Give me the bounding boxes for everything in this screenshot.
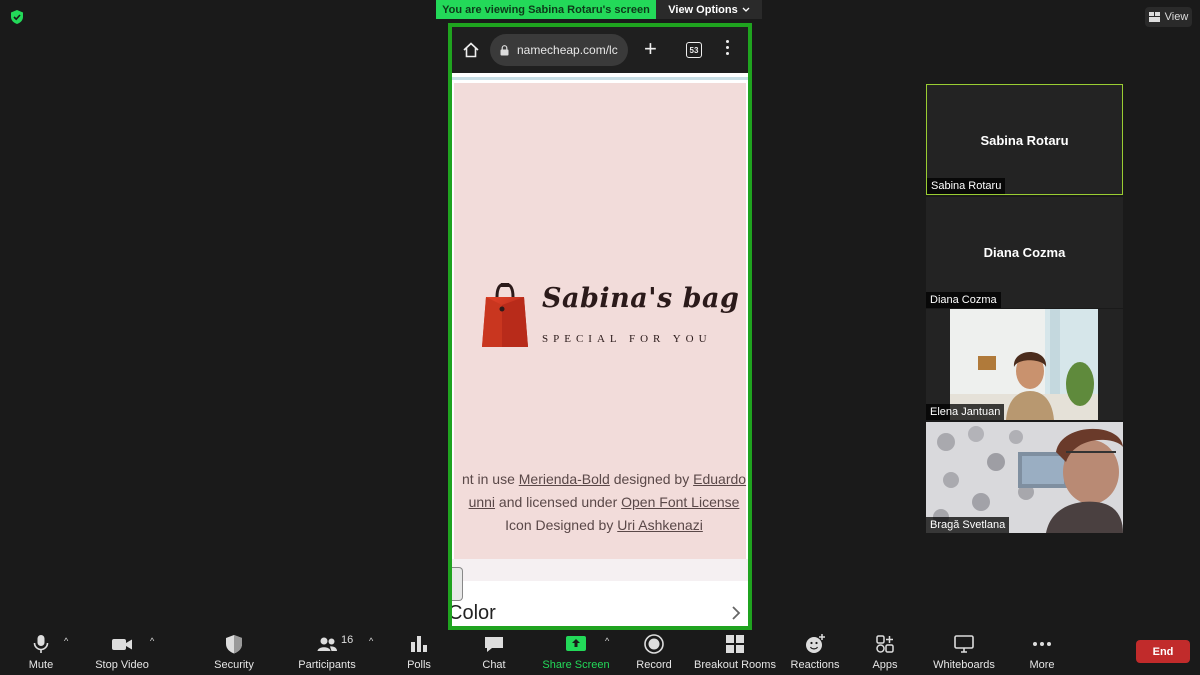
new-tab-plus-icon[interactable]: +	[644, 38, 657, 60]
polls-label: Polls	[407, 659, 431, 671]
stop-video-label: Stop Video	[95, 659, 149, 671]
encryption-shield-icon[interactable]	[9, 9, 25, 25]
breakout-rooms-icon	[726, 635, 744, 653]
participants-options-caret-icon[interactable]: ^	[369, 636, 373, 646]
more-dots-icon	[1033, 642, 1051, 646]
participants-count: 16	[341, 634, 354, 646]
options-list	[452, 581, 748, 626]
apps-icon	[876, 635, 894, 653]
whiteboards-label: Whiteboards	[933, 659, 995, 671]
logo-title: Sabina's bag	[542, 283, 740, 314]
microphone-icon	[33, 635, 49, 653]
font-name-link[interactable]: Merienda-Bold	[519, 471, 610, 487]
more-menu-icon[interactable]	[726, 40, 730, 58]
security-label: Security	[214, 659, 254, 671]
side-panel-handle[interactable]	[452, 567, 463, 601]
reactions-smiley-icon	[806, 634, 825, 653]
apps-button[interactable]: Apps	[868, 630, 902, 675]
participant-name-tag: Diana Cozma	[926, 292, 1001, 308]
logo-preview: Sabina's bag SPECIAL FOR YOU nt in use M…	[454, 83, 746, 559]
share-screen-label: Share Screen	[542, 659, 610, 671]
designer-link[interactable]: Eduardo	[693, 471, 746, 487]
meeting-controls-toolbar: Mute ^ Stop Video ^ Security Participant…	[0, 630, 1200, 675]
end-label: End	[1152, 645, 1174, 658]
participant-tile-svetlana[interactable]: Bragă Svetlana	[926, 422, 1123, 533]
color-section-row[interactable]: Color	[452, 602, 496, 625]
banner-text: You are viewing Sabina Rotaru's screen	[442, 3, 650, 16]
view-button[interactable]: View	[1145, 7, 1192, 27]
participant-name-tag: Bragă Svetlana	[926, 517, 1010, 533]
audio-options-caret-icon[interactable]: ^	[64, 636, 68, 646]
tab-switcher-icon[interactable]: 53	[686, 42, 702, 58]
icon-credit-line: Icon Designed by Uri Ashkenazi	[452, 517, 748, 533]
share-options-caret-icon[interactable]: ^	[605, 636, 609, 646]
chevron-down-icon	[742, 7, 750, 12]
zoom-meeting-window: You are viewing Sabina Rotaru's screen V…	[0, 0, 1200, 675]
tab-count: 53	[689, 45, 699, 55]
mute-button[interactable]: Mute	[22, 630, 60, 675]
credit-text: Icon Designed by	[505, 517, 618, 533]
logo-subtitle: SPECIAL FOR YOU	[542, 333, 712, 345]
view-options-label: View Options	[668, 3, 738, 16]
participant-name-tag: Elena Jantuan	[926, 404, 1005, 420]
page-divider	[452, 77, 748, 80]
whiteboards-button[interactable]: Whiteboards	[930, 630, 998, 675]
chat-label: Chat	[482, 659, 506, 671]
record-button[interactable]: Record	[634, 630, 674, 675]
shared-screen[interactable]: namecheap.com/lc + 53 Sabina's bag SPECI…	[448, 23, 752, 630]
breakout-rooms-label: Breakout Rooms	[694, 659, 776, 671]
home-icon[interactable]	[462, 41, 480, 59]
url-text: namecheap.com/lc	[517, 43, 618, 57]
address-bar[interactable]: namecheap.com/lc	[490, 34, 628, 66]
security-button[interactable]: Security	[210, 630, 258, 675]
end-meeting-button[interactable]: End	[1136, 640, 1190, 663]
credit-text: nt in use	[461, 471, 519, 487]
font-credit-line-2: unni and licensed under Open Font Licens…	[452, 494, 748, 510]
share-screen-icon	[566, 636, 586, 651]
polls-button[interactable]: Polls	[402, 630, 436, 675]
more-button[interactable]: More	[1024, 630, 1060, 675]
mute-label: Mute	[28, 659, 54, 671]
stop-video-button[interactable]: Stop Video	[90, 630, 154, 675]
credit-text: and licensed under	[495, 494, 622, 510]
share-screen-button[interactable]: Share Screen	[542, 630, 610, 675]
participant-tile-diana[interactable]: Diana Cozma Diana Cozma	[926, 197, 1123, 308]
grid-view-icon	[1148, 12, 1160, 22]
license-link[interactable]: Open Font License	[621, 494, 739, 510]
designer-link[interactable]: unni	[469, 494, 495, 510]
section-separator	[452, 559, 748, 581]
video-options-caret-icon[interactable]: ^	[150, 636, 154, 646]
mobile-browser-toolbar: namecheap.com/lc + 53	[452, 27, 748, 73]
lock-icon	[500, 44, 509, 55]
chat-bubble-icon	[485, 637, 503, 652]
viewing-screen-banner: You are viewing Sabina Rotaru's screen	[436, 0, 656, 19]
icon-author-link[interactable]: Uri Ashkenazi	[617, 517, 703, 533]
chat-button[interactable]: Chat	[477, 630, 511, 675]
reactions-button[interactable]: Reactions	[790, 630, 840, 675]
chevron-right-icon[interactable]	[731, 606, 741, 620]
participant-name-tag: Sabina Rotaru	[927, 178, 1006, 194]
view-label: View	[1164, 11, 1189, 23]
polls-chart-icon	[411, 636, 427, 652]
font-credit-line-1: nt in use Merienda-Bold designed by Edua…	[452, 471, 748, 487]
credit-text: designed by	[609, 471, 694, 487]
breakout-rooms-button[interactable]: Breakout Rooms	[694, 630, 776, 675]
participant-tile-elena[interactable]: Elena Jantuan	[926, 309, 1123, 420]
reactions-label: Reactions	[790, 659, 840, 671]
record-label: Record	[636, 659, 672, 671]
record-icon	[644, 634, 664, 654]
participant-name: Sabina Rotaru	[980, 133, 1069, 148]
whiteboard-icon	[954, 635, 974, 653]
participants-icon	[317, 637, 337, 651]
more-label: More	[1029, 659, 1055, 671]
participant-tile-sabina[interactable]: Sabina Rotaru Sabina Rotaru	[926, 84, 1123, 195]
video-camera-icon	[112, 639, 132, 650]
security-shield-icon	[226, 635, 242, 654]
participants-label: Participants	[298, 659, 356, 671]
view-options-button[interactable]: View Options	[656, 0, 762, 19]
participant-name: Diana Cozma	[983, 245, 1066, 260]
bag-logo-icon	[482, 283, 528, 347]
apps-label: Apps	[872, 659, 898, 671]
